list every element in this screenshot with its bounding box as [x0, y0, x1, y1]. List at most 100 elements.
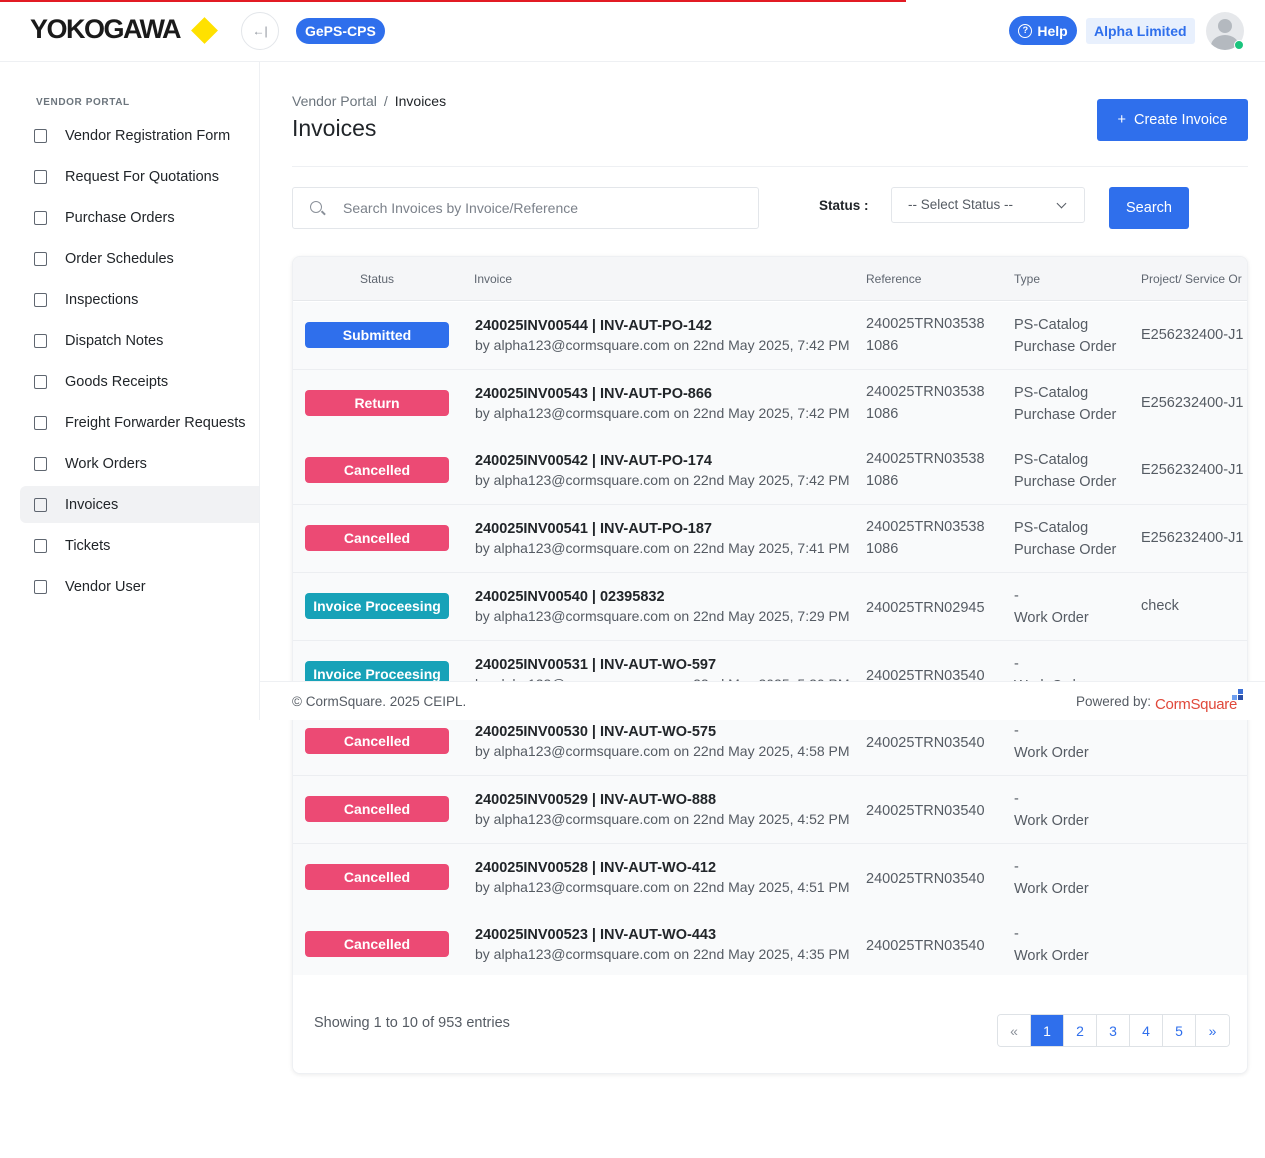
invoice-created-by: by alpha123@cormsquare.com on 22nd May 2…: [475, 540, 850, 556]
sidebar-item-label: Request For Quotations: [65, 168, 219, 185]
type-secondary: Work Order: [1014, 745, 1089, 761]
invoice-number-link[interactable]: 240025INV00540 | 02395832: [475, 589, 665, 605]
invoice-number-link[interactable]: 240025INV00523 | INV-AUT-WO-443: [475, 927, 716, 943]
pagination-page-2[interactable]: 2: [1064, 1015, 1097, 1046]
sidebar-item-inspections[interactable]: Inspections: [20, 281, 259, 318]
invoice-number-link[interactable]: 240025INV00529 | INV-AUT-WO-888: [475, 792, 716, 808]
sidebar-heading: VENDOR PORTAL: [36, 97, 130, 108]
sidebar-item-invoices[interactable]: Invoices: [20, 486, 259, 523]
pagination-page-3[interactable]: 3: [1097, 1015, 1130, 1046]
help-button[interactable]: ? Help: [1009, 16, 1077, 45]
logo-diamond-icon: [191, 17, 218, 44]
table-row[interactable]: Cancelled 240025INV00528 | INV-AUT-WO-412…: [293, 844, 1247, 912]
invoice-number-link[interactable]: 240025INV00544 | INV-AUT-PO-142: [475, 318, 712, 334]
cormsquare-logo-icon: [1232, 689, 1244, 701]
sidebar-item-goods-receipts[interactable]: Goods Receipts: [20, 363, 259, 400]
sidebar-item-label: Purchase Orders: [65, 209, 175, 226]
sidebar-item-freight-forwarder-requests[interactable]: Freight Forwarder Requests: [20, 404, 259, 441]
reference-number: 240025TRN03538: [866, 316, 985, 332]
status-badge: Cancelled: [305, 796, 449, 822]
users-icon: [34, 128, 47, 143]
column-header-status[interactable]: Status: [360, 272, 394, 286]
powered-by-text: Powered by:: [1076, 694, 1152, 709]
project-service-order: E256232400-J1: [1141, 530, 1244, 546]
copyright-text: © CormSquare. 2025 CEIPL.: [292, 694, 467, 709]
sidebar-item-vendor-registration-form[interactable]: Vendor Registration Form: [20, 117, 259, 154]
pagination-page-1[interactable]: 1: [1031, 1015, 1064, 1046]
pagination-prev-button[interactable]: «: [998, 1015, 1031, 1046]
sidebar-item-vendor-user[interactable]: Vendor User: [20, 568, 259, 605]
pagination-page-4[interactable]: 4: [1130, 1015, 1163, 1046]
reference-number: 240025TRN03538: [866, 451, 985, 467]
column-header-reference[interactable]: Reference: [866, 272, 921, 286]
status-filter-label: Status :: [819, 198, 869, 213]
invoice-number-link[interactable]: 240025INV00530 | INV-AUT-WO-575: [475, 724, 716, 740]
search-icon: [310, 201, 322, 213]
create-invoice-button[interactable]: + Create Invoice: [1097, 99, 1248, 141]
type-primary: PS-Catalog: [1014, 385, 1089, 401]
type-primary: -: [1014, 656, 1019, 672]
sidebar-item-request-for-quotations[interactable]: Request For Quotations: [20, 158, 259, 195]
sidebar-item-dispatch-notes[interactable]: Dispatch Notes: [20, 322, 259, 359]
sidebar-item-order-schedules[interactable]: Order Schedules: [20, 240, 259, 277]
breadcrumb-parent[interactable]: Vendor Portal: [292, 93, 377, 109]
status-select[interactable]: -- Select Status --: [891, 187, 1085, 223]
reference-sub-number: 1086: [866, 541, 899, 557]
column-header-type[interactable]: Type: [1014, 272, 1040, 286]
status-badge: Cancelled: [305, 457, 449, 483]
reference-number: 240025TRN03540: [866, 871, 985, 887]
table-row[interactable]: Invoice Proceesing 240025INV00540 | 02395…: [293, 573, 1247, 641]
table-row[interactable]: Return 240025INV00543 | INV-AUT-PO-866 by …: [293, 370, 1247, 438]
status-badge: Return: [305, 390, 449, 416]
pagination-next-button[interactable]: »: [1196, 1015, 1229, 1046]
reference-sub-number: 1086: [866, 338, 899, 354]
pagination-page-5[interactable]: 5: [1163, 1015, 1196, 1046]
type-secondary: Work Order: [1014, 813, 1089, 829]
invoice-number-link[interactable]: 240025INV00528 | INV-AUT-WO-412: [475, 860, 716, 876]
table-row[interactable]: Cancelled 240025INV00541 | INV-AUT-PO-187…: [293, 505, 1247, 573]
logo-text: YOKOGAWA: [30, 14, 182, 44]
invoice-number-link[interactable]: 240025INV00531 | INV-AUT-WO-597: [475, 657, 716, 673]
project-service-order: E256232400-J1: [1141, 462, 1244, 478]
status-badge: Cancelled: [305, 864, 449, 890]
column-header-invoice[interactable]: Invoice: [474, 272, 512, 286]
sidebar-item-label: Vendor User: [65, 578, 146, 595]
doc-icon: [34, 456, 47, 471]
file-icon: [34, 169, 47, 184]
plus-icon: +: [1117, 112, 1126, 128]
type-primary: -: [1014, 588, 1019, 604]
cormsquare-logo[interactable]: CormSquare: [1155, 696, 1237, 713]
sidebar-item-tickets[interactable]: Tickets: [20, 527, 259, 564]
invoice-created-by: by alpha123@cormsquare.com on 22nd May 2…: [475, 405, 850, 421]
company-name-badge[interactable]: Alpha Limited: [1086, 18, 1195, 44]
status-badge: Cancelled: [305, 525, 449, 551]
search-input[interactable]: [343, 188, 743, 228]
type-primary: -: [1014, 723, 1019, 739]
column-header-project[interactable]: Project/ Service Or: [1141, 272, 1242, 286]
invoice-number-link[interactable]: 240025INV00542 | INV-AUT-PO-174: [475, 453, 712, 469]
sidebar-item-purchase-orders[interactable]: Purchase Orders: [20, 199, 259, 236]
invoice-number-link[interactable]: 240025INV00541 | INV-AUT-PO-187: [475, 521, 712, 537]
sidebar-collapse-button[interactable]: ←|: [241, 12, 279, 50]
breadcrumb: Vendor Portal / Invoices: [292, 93, 446, 109]
project-service-order: check: [1141, 598, 1179, 614]
reference-number: 240025TRN03540: [866, 735, 985, 751]
yokogawa-logo[interactable]: YOKOGAWA: [30, 14, 218, 45]
search-button[interactable]: Search: [1109, 187, 1189, 229]
breadcrumb-current: Invoices: [394, 93, 447, 109]
invoice-icon: [34, 497, 47, 512]
table-row[interactable]: Cancelled 240025INV00529 | INV-AUT-WO-888…: [293, 776, 1247, 844]
type-primary: PS-Catalog: [1014, 452, 1089, 468]
page-load-progress-bar: [0, 0, 906, 2]
chevron-down-icon: [1056, 198, 1067, 209]
type-secondary: Purchase Order: [1014, 542, 1117, 558]
online-status-dot: [1234, 40, 1244, 50]
invoice-number-link[interactable]: 240025INV00543 | INV-AUT-PO-866: [475, 386, 712, 402]
type-secondary: Purchase Order: [1014, 474, 1117, 490]
project-service-order: E256232400-J1: [1141, 395, 1244, 411]
sidebar-item-work-orders[interactable]: Work Orders: [20, 445, 259, 482]
reference-number: 240025TRN02945: [866, 600, 985, 616]
table-row[interactable]: Submitted 240025INV00544 | INV-AUT-PO-142…: [293, 302, 1247, 370]
table-row[interactable]: Cancelled 240025INV00523 | INV-AUT-WO-443…: [293, 911, 1247, 979]
table-row[interactable]: Cancelled 240025INV00542 | INV-AUT-PO-174…: [293, 437, 1247, 505]
